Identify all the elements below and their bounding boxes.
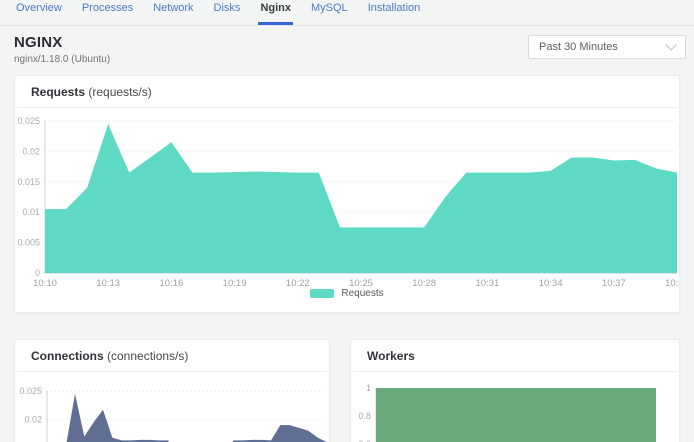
workers-card: Workers 0.60.81 [350,339,680,442]
svg-text:0.015: 0.015 [17,177,40,187]
tab-nginx[interactable]: Nginx [258,0,293,25]
page-header: NGINX nginx/1.18.0 (Ubuntu) Past 30 Minu… [0,26,694,70]
workers-chart[interactable]: 0.60.81 [351,372,679,442]
requests-card-title: Requests (requests/s) [15,76,679,107]
nginx-monitoring-page: { "tabs": [ {"label": "Overview", "activ… [0,0,694,442]
tab-network[interactable]: Network [151,0,195,25]
svg-text:0.8: 0.8 [358,411,371,421]
svg-text:0.02: 0.02 [22,146,40,156]
requests-unit: (requests/s) [88,85,151,99]
time-range-dropdown[interactable]: Past 30 Minutes [528,35,686,59]
svg-text:0.005: 0.005 [17,238,40,248]
page-title: NGINX [14,34,110,51]
connections-title: Connections [31,349,104,363]
requests-title: Requests [31,85,85,99]
requests-legend-label: Requests [341,288,383,299]
tab-processes[interactable]: Processes [80,0,135,25]
bottom-charts-row: Connections (connections/s) 0.0150.020.0… [14,339,680,442]
requests-legend-swatch [310,289,334,298]
requests-chart[interactable]: 00.0050.010.0150.020.02510:1010:1310:161… [15,108,679,294]
tab-mysql[interactable]: MySQL [309,0,350,25]
svg-text:0.025: 0.025 [19,386,42,396]
requests-legend: Requests [15,288,679,299]
connections-card-title: Connections (connections/s) [15,340,329,371]
svg-text:0.025: 0.025 [17,116,40,126]
requests-card: Requests (requests/s) 0 0.005 0.01 0.015 0.0… [14,75,680,313]
svg-text:1: 1 [366,383,371,393]
title-block: NGINX nginx/1.18.0 (Ubuntu) [14,34,110,65]
tab-disks[interactable]: Disks [212,0,243,25]
connections-unit: (connections/s) [107,349,188,363]
tab-installation[interactable]: Installation [366,0,423,25]
svg-text:0.02: 0.02 [24,414,42,424]
svg-text:0.01: 0.01 [22,207,40,217]
time-range-value: Past 30 Minutes [539,41,618,53]
page-subtitle: nginx/1.18.0 (Ubuntu) [14,54,110,65]
connections-chart[interactable]: 0.0150.020.025 [15,372,329,442]
tab-overview[interactable]: Overview [14,0,64,25]
tabbar: Overview Processes Network Disks Nginx MySQL I… [0,0,694,26]
workers-card-title: Workers [351,340,679,371]
svg-text:0: 0 [35,268,40,278]
workers-title: Workers [367,349,415,363]
chevron-down-icon [665,39,676,50]
connections-card: Connections (connections/s) 0.0150.020.0… [14,339,330,442]
